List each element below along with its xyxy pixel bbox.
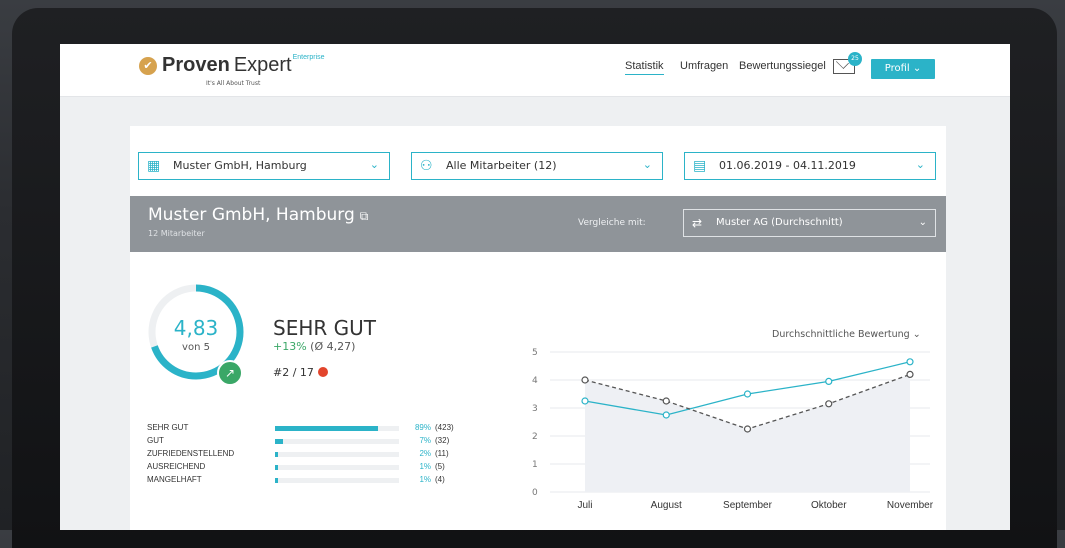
app-screen: ✔ Proven ExpertEnterprise It's All About … bbox=[60, 44, 1010, 530]
y-tick-label: 4 bbox=[532, 376, 538, 386]
company-employee-count: 12 Mitarbeiter bbox=[148, 229, 205, 238]
y-tick-label: 1 bbox=[532, 460, 538, 470]
distribution-track bbox=[275, 426, 399, 431]
date-range-select[interactable]: ▤ 01.06.2019 - 04.11.2019 ⌄ bbox=[684, 152, 936, 180]
distribution-label: AUSREICHEND bbox=[147, 462, 206, 471]
y-tick-label: 0 bbox=[532, 488, 538, 498]
employee-select[interactable]: ⚇ Alle Mitarbeiter (12) ⌄ bbox=[411, 152, 663, 180]
distribution-track bbox=[275, 452, 399, 457]
external-link-icon[interactable]: ⧉ bbox=[360, 209, 369, 223]
tagline: It's All About Trust bbox=[206, 80, 261, 87]
chevron-down-icon: ⌄ bbox=[642, 158, 652, 171]
mail-badge: 25 bbox=[848, 52, 862, 66]
x-tick-label: Juli bbox=[577, 500, 592, 511]
distribution-track bbox=[275, 465, 399, 470]
distribution-label: SEHR GUT bbox=[147, 423, 189, 432]
swap-arrows-icon: ⇄ bbox=[692, 216, 703, 230]
data-point-compare bbox=[743, 425, 752, 433]
compare-label: Vergleiche mit: bbox=[578, 218, 646, 228]
brand-logo[interactable]: Proven ExpertEnterprise bbox=[162, 54, 325, 77]
rating-value: 4,83 bbox=[173, 316, 219, 340]
users-icon: ⚇ bbox=[420, 158, 433, 174]
x-tick-label: August bbox=[651, 500, 682, 511]
data-point-compare bbox=[825, 400, 833, 408]
location-value: Muster GmbH, Hamburg bbox=[173, 159, 307, 172]
x-tick-label: November bbox=[887, 500, 934, 511]
distribution-label: ZUFRIEDENSTELLEND bbox=[147, 449, 235, 458]
delta-average: (Ø 4,27) bbox=[310, 340, 356, 353]
distribution-percent: 1% bbox=[419, 462, 431, 471]
rating-line-chart: 0 1 2 3 4 5 Juli August September Oktober November bbox=[532, 348, 934, 511]
delta-percent: +13% bbox=[273, 340, 307, 353]
x-tick-label: Oktober bbox=[811, 500, 847, 511]
distribution-bar bbox=[275, 465, 278, 470]
y-tick-label: 3 bbox=[532, 404, 538, 414]
calendar-icon: ▤ bbox=[693, 158, 707, 174]
data-point-own bbox=[662, 411, 670, 419]
distribution-bar bbox=[275, 426, 379, 431]
distribution-label: GUT bbox=[147, 436, 164, 445]
date-range-value: 01.06.2019 - 04.11.2019 bbox=[719, 159, 856, 172]
y-tick-label: 5 bbox=[532, 348, 538, 358]
data-point-compare bbox=[581, 376, 589, 384]
trend-up-icon: ↗ bbox=[217, 360, 243, 386]
distribution-percent: 7% bbox=[419, 436, 431, 445]
company-bar: Muster GmbH, Hamburg ⧉ 12 Mitarbeiter Ver… bbox=[130, 196, 946, 252]
nav-umfragen[interactable]: Umfragen bbox=[680, 60, 728, 72]
chevron-down-icon: ⌄ bbox=[915, 158, 925, 171]
chevron-down-icon: ⌄ bbox=[918, 217, 927, 228]
rating-grade: SEHR GUT bbox=[273, 316, 376, 340]
data-point-compare bbox=[906, 370, 914, 379]
company-name: Muster GmbH, Hamburg ⧉ bbox=[148, 205, 368, 225]
distribution-count: (11) bbox=[435, 449, 449, 458]
distribution-bar bbox=[275, 439, 284, 444]
check-logo-icon: ✔ bbox=[139, 57, 157, 75]
compare-select[interactable]: ⇄ Muster AG (Durchschnitt) ⌄ bbox=[683, 209, 936, 237]
top-navigation: ✔ Proven ExpertEnterprise It's All About … bbox=[60, 44, 1010, 97]
location-select[interactable]: ▦ Muster GmbH, Hamburg ⌄ bbox=[138, 152, 390, 180]
distribution-bar bbox=[275, 452, 278, 457]
chart-title-text: Durchschnittliche Bewertung bbox=[772, 329, 910, 340]
x-tick-label: September bbox=[723, 500, 773, 511]
ranking: #2 / 17 bbox=[273, 366, 328, 379]
profile-button[interactable]: Profil ⌄ bbox=[871, 59, 935, 79]
distribution-count: (32) bbox=[435, 436, 450, 445]
data-point-compare bbox=[662, 397, 670, 405]
chevron-down-icon: ⌄ bbox=[912, 63, 922, 74]
brand-light: Expert bbox=[233, 54, 292, 76]
distribution-label: MANGELHAFT bbox=[147, 475, 202, 484]
compare-value: Muster AG (Durchschnitt) bbox=[716, 217, 843, 228]
chart-title[interactable]: Durchschnittliche Bewertung ⌄ bbox=[772, 329, 921, 340]
distribution-bar bbox=[275, 478, 278, 483]
employee-value: Alle Mitarbeiter (12) bbox=[446, 159, 557, 172]
rating-delta: +13% (Ø 4,27) bbox=[273, 340, 355, 353]
data-point-own bbox=[906, 358, 914, 366]
profile-label: Profil bbox=[884, 63, 910, 74]
distribution-count: (4) bbox=[435, 475, 445, 484]
distribution-track bbox=[275, 478, 399, 483]
nav-bewertungssiegel[interactable]: Bewertungssiegel bbox=[739, 60, 826, 72]
chevron-down-icon: ⌄ bbox=[912, 329, 921, 340]
chevron-down-icon: ⌄ bbox=[369, 158, 379, 171]
distribution-count: (5) bbox=[435, 462, 445, 471]
building-icon: ▦ bbox=[147, 158, 161, 174]
brand-edition: Enterprise bbox=[292, 54, 325, 61]
distribution-percent: 1% bbox=[419, 475, 431, 484]
distribution-count: (423) bbox=[435, 423, 454, 432]
brand-bold: Proven bbox=[162, 54, 230, 76]
data-point-own bbox=[825, 377, 833, 386]
data-point-own bbox=[743, 390, 752, 398]
distribution-percent: 2% bbox=[419, 449, 431, 458]
data-point-own bbox=[581, 397, 589, 405]
ranking-badge-icon[interactable] bbox=[317, 367, 328, 377]
distribution-percent: 89% bbox=[414, 423, 431, 432]
rank-text: #2 / 17 bbox=[273, 366, 314, 379]
rating-of: von 5 bbox=[182, 342, 210, 353]
company-name-text: Muster GmbH, Hamburg bbox=[148, 205, 355, 225]
nav-statistik[interactable]: Statistik bbox=[625, 60, 664, 75]
distribution-track bbox=[275, 439, 399, 444]
y-tick-label: 2 bbox=[532, 432, 538, 442]
